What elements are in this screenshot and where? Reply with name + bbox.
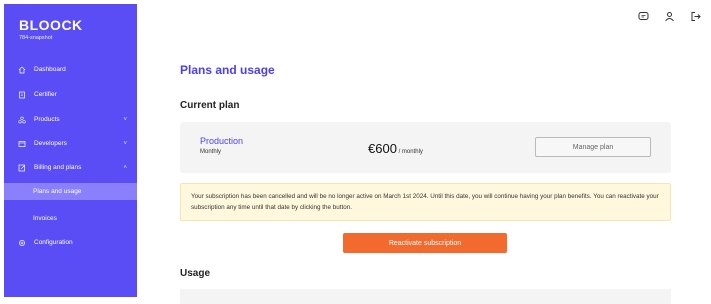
current-plan-title: Current plan — [180, 100, 240, 111]
certifier-icon — [18, 91, 26, 99]
sidebar-item-label: Dashboard — [34, 66, 66, 73]
billing-icon — [18, 164, 26, 172]
topbar-actions — [637, 10, 701, 22]
products-icon — [18, 116, 26, 124]
usage-title: Usage — [180, 268, 211, 279]
sidebar-item-label: Billing and plans — [34, 164, 82, 171]
page-title: Plans and usage — [180, 63, 275, 77]
reactivate-subscription-button[interactable]: Reactivate subscription — [343, 233, 507, 253]
chat-icon[interactable] — [637, 10, 649, 22]
current-plan-card: Production Monthly €600 / monthly Manage… — [180, 122, 671, 173]
sidebar-item-label: Developers — [34, 140, 67, 147]
sidebar-item-products[interactable]: Products ˅ — [4, 111, 137, 128]
version-label: 784-snapshot — [19, 35, 53, 41]
sidebar-item-label: Configuration — [34, 239, 73, 246]
sidebar-item-invoices[interactable]: Invoices — [4, 210, 137, 227]
sidebar-item-label: Invoices — [33, 215, 57, 222]
sidebar: BLOOCK 784-snapshot Dashboard Certifier … — [4, 4, 137, 297]
sidebar-item-label: Certifier — [34, 91, 57, 98]
chevron-down-icon: ˅ — [123, 116, 127, 123]
home-icon — [18, 66, 26, 74]
sidebar-item-label: Plans and usage — [33, 188, 82, 195]
sidebar-item-configuration[interactable]: Configuration — [4, 234, 137, 251]
user-icon[interactable] — [663, 10, 675, 22]
cancellation-notice: Your subscription has been cancelled and… — [180, 183, 671, 221]
sidebar-item-plans-and-usage[interactable]: Plans and usage — [4, 183, 137, 200]
developers-icon — [18, 140, 26, 148]
price-amount: €600 — [368, 141, 397, 156]
sidebar-item-certifier[interactable]: Certifier — [4, 86, 137, 103]
gear-icon — [18, 239, 26, 247]
plan-price: €600 / monthly — [368, 141, 423, 156]
logo[interactable]: BLOOCK — [19, 17, 83, 33]
usage-card — [180, 289, 671, 304]
manage-plan-button[interactable]: Manage plan — [535, 137, 651, 157]
sidebar-item-developers[interactable]: Developers ˅ — [4, 135, 137, 152]
chevron-down-icon: ˅ — [123, 140, 127, 147]
sidebar-item-dashboard[interactable]: Dashboard — [4, 61, 137, 78]
sidebar-item-billing[interactable]: Billing and plans ˄ — [4, 159, 137, 176]
price-period: / monthly — [396, 149, 423, 155]
plan-period: Monthly — [200, 149, 222, 155]
logout-icon[interactable] — [689, 10, 701, 22]
plan-name: Production — [200, 136, 244, 146]
sidebar-item-label: Products — [34, 116, 60, 123]
chevron-up-icon: ˄ — [123, 164, 127, 171]
